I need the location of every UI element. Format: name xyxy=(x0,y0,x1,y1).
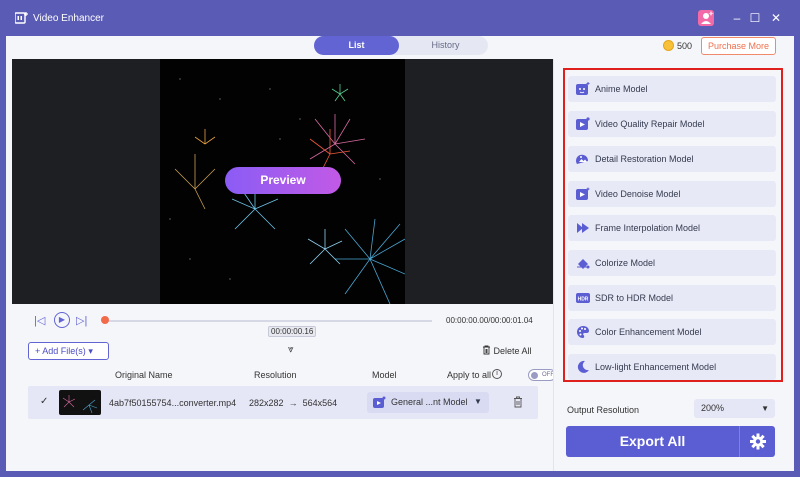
chevron-down-icon: ▼ xyxy=(474,397,482,406)
player-controls: |◁ ▶ ▷| 00:00:00.16 00:00:00.00/00:00:01… xyxy=(12,304,553,340)
add-files-button[interactable]: + Add File(s) ▾ xyxy=(28,342,109,360)
user-badge-icon[interactable] xyxy=(698,10,714,26)
header-model: Model xyxy=(372,370,397,380)
close-button[interactable]: ✕ xyxy=(767,9,785,27)
video-play-icon xyxy=(373,396,386,408)
checkmark-icon[interactable]: ✓ xyxy=(40,396,48,407)
arrow-right-icon: → xyxy=(286,398,301,408)
view-tabs: List History xyxy=(314,36,488,55)
current-time: 00:00:00.16 xyxy=(268,326,317,337)
export-all-button[interactable]: Export All xyxy=(566,426,739,457)
gear-icon xyxy=(750,433,766,450)
table-row[interactable]: ✓ 4ab7f50155754...converter.mp4 282x282 … xyxy=(28,386,538,419)
toggle-knob xyxy=(531,372,538,379)
model-dropdown-value: General ...nt Model xyxy=(391,397,468,407)
delete-all-button[interactable]: Delete All xyxy=(482,345,532,356)
skip-back-icon[interactable]: |◁ xyxy=(34,314,45,327)
output-resolution-value: 200% xyxy=(701,403,725,413)
info-icon[interactable]: i xyxy=(492,369,502,379)
file-name: 4ab7f50155754...converter.mp4 xyxy=(109,398,237,408)
resolution-to: 564x564 xyxy=(302,398,338,408)
header-original-name: Original Name xyxy=(115,370,173,380)
chevron-down-icon: ▼ xyxy=(761,404,769,413)
video-thumbnail xyxy=(59,390,101,415)
collapse-chevron-icon[interactable]: ⩔ xyxy=(288,344,294,355)
file-table-header: Original Name Resolution Model Apply to … xyxy=(28,369,556,383)
resolution-from: 282x282 xyxy=(249,398,284,408)
output-resolution-label: Output Resolution xyxy=(567,405,640,415)
add-files-label: Add File(s) xyxy=(42,346,86,356)
coin-icon xyxy=(663,40,674,51)
chevron-down-icon: ▾ xyxy=(88,346,93,356)
plus-icon: + xyxy=(35,346,41,356)
play-icon[interactable]: ▶ xyxy=(54,312,70,328)
skip-forward-icon[interactable]: ▷| xyxy=(76,314,87,327)
timeline-track[interactable] xyxy=(102,320,432,322)
delete-all-label: Delete All xyxy=(493,346,532,356)
title-bar: Video Enhancer – ☐ ✕ xyxy=(6,0,794,36)
video-preview-area: Preview xyxy=(12,59,553,304)
main-content: List History 500 Purchase More Preview |… xyxy=(6,36,794,471)
app-logo-icon xyxy=(15,12,28,24)
trash-icon xyxy=(483,345,490,355)
preview-button[interactable]: Preview xyxy=(225,167,341,194)
export-settings-button[interactable] xyxy=(739,426,775,457)
header-resolution: Resolution xyxy=(254,370,297,380)
header-apply-to-all: Apply to all xyxy=(447,370,492,380)
purchase-more-button[interactable]: Purchase More xyxy=(701,37,776,55)
time-readout: 00:00:00.00/00:00:01.04 xyxy=(446,316,533,325)
model-list-highlight xyxy=(563,68,783,382)
apply-to-all-toggle[interactable]: OFF xyxy=(528,369,556,381)
timeline-thumb[interactable] xyxy=(101,316,109,324)
trash-icon[interactable] xyxy=(513,396,523,408)
resolution-change: 282x282 → 564x564 xyxy=(249,398,337,408)
output-resolution-select[interactable]: 200% ▼ xyxy=(694,399,775,418)
app-window: Video Enhancer – ☐ ✕ List History 500 Pu… xyxy=(0,0,800,477)
coin-count: 500 xyxy=(677,41,693,51)
tab-history[interactable]: History xyxy=(403,36,488,55)
maximize-button[interactable]: ☐ xyxy=(746,9,764,27)
model-dropdown[interactable]: General ...nt Model ▼ xyxy=(367,392,489,413)
app-title: Video Enhancer xyxy=(33,13,104,24)
tab-list[interactable]: List xyxy=(314,36,399,55)
minimize-button[interactable]: – xyxy=(728,9,746,27)
